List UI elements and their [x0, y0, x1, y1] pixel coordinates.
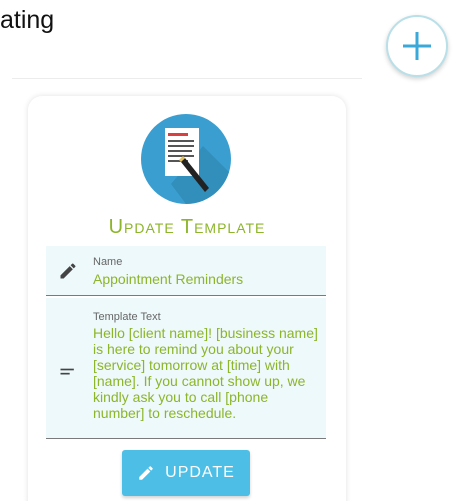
page: ating Update Template Name Appointment R… [0, 0, 455, 501]
update-template-card: Update Template Name Appointment Reminde… [28, 96, 346, 501]
update-button-label: UPDATE [165, 464, 235, 481]
pencil-icon [60, 263, 76, 279]
add-button[interactable] [386, 15, 448, 77]
card-title: Update Template [108, 216, 266, 238]
template-text-field-value[interactable]: Hello [client name]! [business name] is … [93, 325, 318, 421]
template-text-field-label: Template Text [93, 311, 161, 323]
text-lines-icon [60, 368, 74, 375]
pencil-icon [139, 466, 153, 480]
document-edit-icon [141, 114, 231, 204]
name-field[interactable]: Name Appointment Reminders [46, 246, 326, 296]
page-title: ating [0, 6, 55, 34]
name-field-label: Name [93, 256, 123, 268]
template-text-field[interactable]: Template Text Hello [client name]! [busi… [46, 298, 326, 439]
header-divider [12, 78, 362, 79]
plus-icon [403, 32, 431, 60]
name-field-value[interactable]: Appointment Reminders [93, 271, 318, 287]
update-button[interactable]: UPDATE [122, 450, 250, 496]
